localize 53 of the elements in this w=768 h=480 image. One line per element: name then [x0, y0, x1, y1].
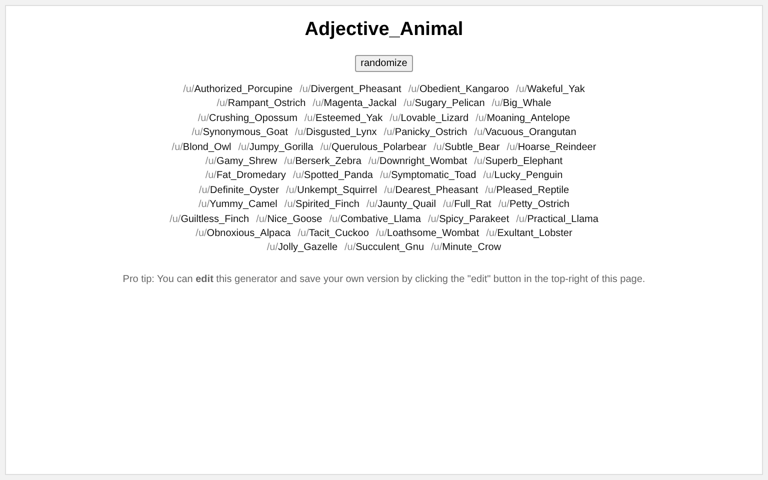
username-text: /u/Yummy_Camel — [198, 199, 278, 210]
username-text: /u/Synonymous_Goat — [192, 127, 288, 138]
page-title: Adjective_Animal — [304, 19, 464, 41]
username-text: /u/Superb_Elephant — [474, 156, 563, 168]
username-text: /u/Symptomatic_Toad — [380, 170, 476, 182]
username-text: /u/Combative_Llama — [329, 214, 421, 225]
username-text: /u/Downright_Wombat — [368, 156, 468, 168]
username-text: /u/Petty_Ostrich — [498, 199, 570, 210]
username-text: /u/Definite_Oyster — [198, 184, 279, 196]
username-text: /u/Big_Whale — [492, 98, 552, 110]
username-text: /u/Lucky_Penguin — [483, 170, 563, 182]
username-text: /u/Gamy_Shrew — [205, 156, 278, 168]
username-text: /u/Spicy_Parakeet — [428, 214, 510, 225]
pro-tip-text: Pro tip: You can edit this generator and save your own version by clicking the "edit" button in the top-right of this page. — [122, 272, 646, 287]
username-text: /u/Minute_Crow — [431, 242, 502, 254]
username-text: /u/Divergent_Pheasant — [300, 84, 402, 95]
username-text: /u/Succulent_Gnu — [344, 242, 424, 254]
username-text: /u/Authorized_Porcupine — [183, 84, 293, 95]
username-text: /u/Lovable_Lizard — [390, 112, 469, 124]
username-text: /u/Loathsome_Wombat — [376, 228, 480, 240]
username-text: /u/Guiltless_Finch — [170, 214, 250, 225]
username-text: /u/Magenta_Jackal — [312, 98, 397, 110]
username-text: /u/Nice_Goose — [256, 214, 322, 225]
randomize-button[interactable]: randomize — [354, 55, 414, 72]
username-text: /u/Subtle_Bear — [434, 142, 500, 153]
username-text: /u/Unkempt_Squirrel — [286, 184, 378, 196]
username-text: /u/Practical_Llama — [516, 214, 598, 225]
username-text: /u/Spirited_Finch — [284, 199, 360, 210]
username-text: /u/Spotted_Panda — [292, 170, 373, 182]
username-text: /u/Full_Rat — [442, 199, 492, 210]
username-text: /u/Pleased_Reptile — [485, 184, 570, 196]
username-text: /u/Jolly_Gazelle — [266, 242, 338, 254]
username-text: /u/Jumpy_Gorilla — [238, 142, 314, 153]
username-text: /u/Tacit_Cuckoo — [298, 228, 369, 240]
username-text: /u/Esteemed_Yak — [304, 112, 383, 124]
username-text: /u/Sugary_Pelican — [404, 98, 485, 110]
username-text: /u/Panicky_Ostrich — [384, 127, 468, 138]
username-text: /u/Fat_Dromedary — [205, 170, 286, 182]
username-text: /u/Rampant_Ostrich — [216, 98, 306, 110]
username-text: /u/Wakeful_Yak — [516, 84, 585, 95]
username-text: /u/Querulous_Polarbear — [320, 142, 427, 153]
username-text: /u/Exultant_Lobster — [486, 228, 572, 240]
username-text: /u/Hoarse_Reindeer — [506, 142, 596, 153]
username-text: /u/Jaunty_Quail — [366, 199, 436, 210]
username-text: /u/Moaning_Antelope — [476, 112, 570, 124]
username-text: /u/Obnoxious_Alpaca — [196, 228, 291, 240]
username-text: /u/Obedient_Kangaroo — [408, 84, 509, 95]
username-text: /u/Crushing_Opossum — [198, 112, 298, 124]
username-text: /u/Vacuous_Orangutan — [474, 127, 576, 138]
username-text: /u/Dearest_Pheasant — [384, 184, 478, 196]
username-text: /u/Disgusted_Lynx — [294, 127, 377, 138]
username-text: /u/Blond_Owl — [172, 142, 232, 153]
username-text: /u/Berserk_Zebra — [284, 156, 362, 168]
